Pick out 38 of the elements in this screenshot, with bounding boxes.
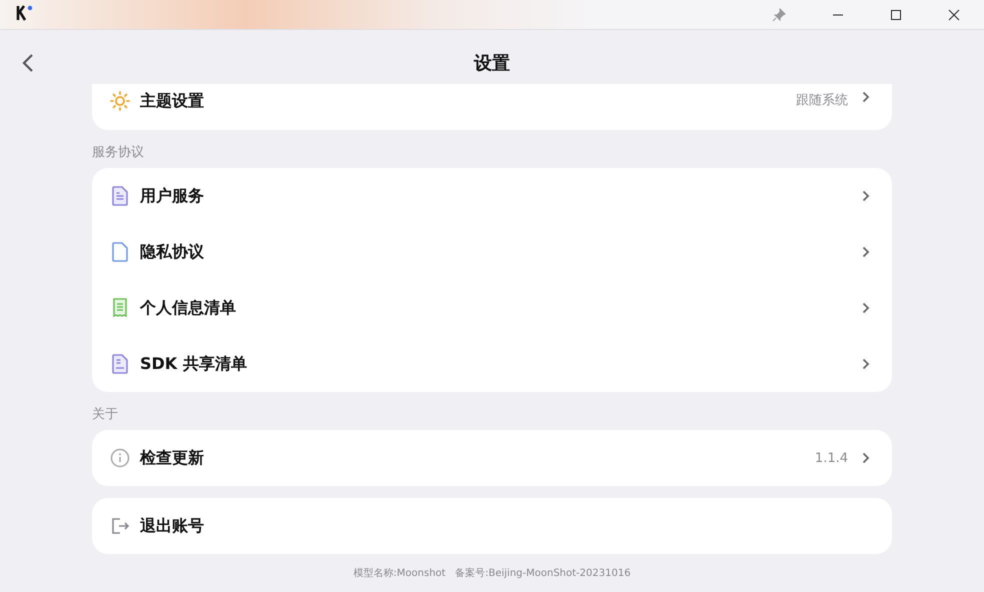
settings-row[interactable]: 主题设置 跟随系统	[92, 84, 892, 130]
chevron-icon	[862, 452, 870, 464]
footer-text: 模型名称:Moonshot 备案号:Beijing-MoonShot-20231016	[352, 566, 632, 580]
app-logo-icon	[16, 4, 34, 20]
row-label: 退出账号	[140, 516, 205, 536]
info-icon	[110, 448, 130, 468]
row-label: 检查更新	[140, 448, 205, 468]
sun-icon	[110, 91, 130, 111]
back-icon[interactable]	[22, 53, 34, 73]
receipt-icon	[110, 298, 130, 318]
logout-icon	[110, 516, 130, 536]
settings-row[interactable]: 隐私协议	[92, 224, 892, 280]
settings-row[interactable]: SDK 共享清单	[92, 336, 892, 392]
chevron-icon	[862, 358, 870, 370]
chevron-icon	[862, 190, 870, 202]
section-label: 服务协议	[92, 144, 145, 162]
page-title: 设置	[474, 52, 510, 75]
maximize-icon[interactable]	[890, 8, 902, 20]
settings-row[interactable]: 用户服务	[92, 168, 892, 224]
chevron-icon	[862, 246, 870, 258]
pin-icon[interactable]	[772, 8, 786, 22]
chevron-icon	[862, 91, 870, 103]
document-icon	[110, 242, 130, 262]
document-icon	[110, 186, 130, 206]
close-icon[interactable]	[948, 8, 960, 20]
row-label: 个人信息清单	[140, 298, 237, 318]
sdk-document-icon	[110, 354, 130, 374]
row-label: 用户服务	[140, 186, 205, 206]
chevron-icon	[862, 302, 870, 314]
row-value: 1.1.4	[814, 450, 848, 466]
row-value: 跟随系统	[796, 92, 848, 109]
settings-row[interactable]: 个人信息清单	[92, 280, 892, 336]
settings-row[interactable]: 检查更新 1.1.4	[92, 430, 892, 486]
section-label: 关于	[92, 406, 119, 424]
row-label: 主题设置	[140, 91, 205, 112]
row-label: 隐私协议	[140, 242, 205, 262]
settings-row[interactable]: 退出账号	[92, 498, 892, 554]
row-label: SDK 共享清单	[140, 354, 248, 374]
